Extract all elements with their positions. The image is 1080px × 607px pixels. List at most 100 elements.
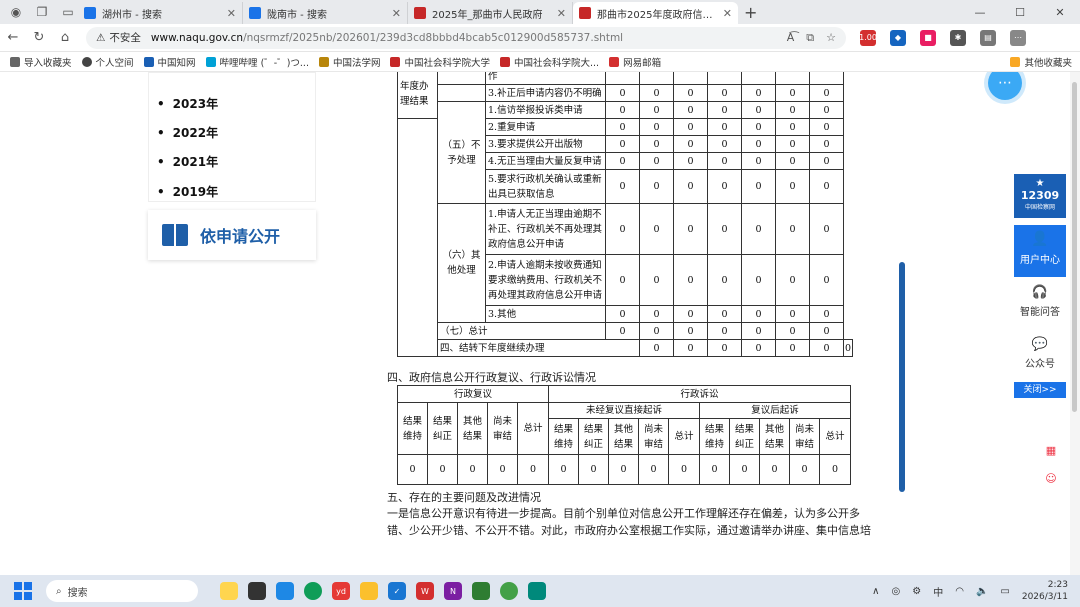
todo-icon[interactable]: ✓ [388, 582, 406, 600]
cell: 0 [819, 454, 851, 485]
smart-qa-button[interactable]: 🎧 智能问答 [1014, 285, 1066, 318]
url-input[interactable]: ⚠ 不安全 www.naqu.gov.cn /nqsrmzf/2025nb/20… [86, 26, 846, 49]
accessibility-icon[interactable]: ▦ [1044, 444, 1058, 458]
back-icon[interactable]: ← [0, 30, 26, 45]
widget-icon[interactable] [220, 582, 238, 600]
split-screen-icon[interactable]: ⧉ [806, 31, 814, 45]
page-scrollbar[interactable] [1070, 72, 1080, 575]
search-icon: ⌕ [56, 585, 62, 597]
onenote-icon[interactable]: N [444, 582, 462, 600]
tab-naqu-2025[interactable]: 2025年_那曲市人民政府 ✕ [408, 2, 573, 24]
subheader: 其他结果 [759, 418, 790, 455]
tab-longnan[interactable]: 陇南市 - 搜索 ✕ [243, 2, 408, 24]
youdao-icon[interactable]: yd [332, 582, 350, 600]
close-tab-icon[interactable]: ✕ [392, 7, 401, 20]
clock-time: 2:23 [1047, 580, 1068, 590]
tab-actions-icon[interactable]: ▭ [58, 2, 78, 22]
row-label: 1.信访举报投诉类申请 [485, 101, 606, 119]
content-scrollbar[interactable] [899, 262, 905, 492]
bookmark-163mail[interactable]: 网易邮箱 [609, 55, 661, 69]
year-item-2019[interactable]: 2019年 [157, 183, 218, 200]
bookmark-label: 个人空间 [95, 57, 134, 69]
cell: 0 [457, 454, 488, 485]
input-method-indicator[interactable]: 中 [933, 584, 943, 599]
battery-icon[interactable]: ▭ [1000, 586, 1009, 597]
maximize-icon[interactable]: ☐ [1000, 6, 1040, 19]
tab-naqu-report[interactable]: 那曲市2025年度政府信息公开工作 ✕ [573, 2, 738, 24]
user-center-button[interactable]: 👤 用户中心 [1014, 225, 1066, 277]
year-item-2021[interactable]: 2021年 [157, 153, 218, 170]
collections-icon[interactable]: ▤ [980, 29, 996, 46]
tab-huzhou[interactable]: 湖州市 - 搜索 ✕ [78, 2, 243, 24]
favorite-star-icon[interactable]: ☆ [826, 31, 836, 45]
extension-badge-icon[interactable]: 1.00 [859, 29, 877, 46]
workspaces-icon[interactable]: ❐ [32, 2, 52, 22]
badge-12309-link[interactable]: ★ 12309 中国检察网 [1014, 174, 1066, 218]
review-lawsuit-table: 行政复议 行政诉讼 结果维持 结果纠正 其他结果 尚未审结 总计 未经复议直接起… [397, 385, 851, 485]
close-window-icon[interactable]: ✕ [1040, 6, 1080, 19]
wifi-icon[interactable]: ◠ [955, 586, 964, 597]
bookmarks-bar: 导入收藏夹 个人空间 中国知网 哔哩哔哩 (゜-゜)つ... 中国法学网 中国社… [0, 52, 1080, 72]
spreadsheet-icon[interactable] [472, 582, 490, 600]
apply-disclosure-link[interactable]: 依申请公开 [148, 210, 316, 260]
file-explorer-icon[interactable] [360, 582, 378, 600]
volume-icon[interactable]: 🔈 [976, 586, 988, 597]
more-menu-icon[interactable]: ⋯ [1010, 29, 1026, 46]
taskbar-search-input[interactable]: ⌕ 搜索 [46, 580, 198, 602]
tray-expand-icon[interactable]: ∧ [872, 586, 879, 597]
tray-app-icon[interactable]: ◎ [892, 586, 901, 597]
subheader: 结果维持 [699, 418, 730, 455]
chat-app-icon[interactable] [528, 582, 546, 600]
store-icon[interactable] [276, 582, 294, 600]
cell: 0 [741, 152, 776, 170]
new-tab-button[interactable]: + [744, 3, 757, 22]
close-tab-icon[interactable]: ✕ [723, 7, 732, 20]
home-icon[interactable]: ⌂ [52, 30, 78, 45]
cell: 0 [639, 84, 674, 102]
bookmark-label: 中国社会科学院大学 [404, 57, 490, 69]
close-tab-icon[interactable]: ✕ [227, 7, 236, 20]
bookmark-personal[interactable]: 个人空间 [81, 55, 134, 69]
minimize-icon[interactable]: — [960, 6, 1000, 19]
refresh-icon[interactable]: ↻ [26, 30, 52, 45]
cell: 0 [668, 454, 700, 485]
extension-icon[interactable]: ■ [920, 29, 936, 46]
user-icon: 👤 [1031, 231, 1049, 247]
year-item-2023[interactable]: 2023年 [157, 95, 218, 112]
read-aloud-icon[interactable]: A͡ [787, 31, 795, 45]
extension-icon[interactable]: ◆ [890, 29, 906, 46]
extensions-puzzle-icon[interactable]: ✱ [950, 29, 966, 46]
url-path: /nqsrmzf/2025nb/202601/239d3cd8bbbd4bcab… [243, 31, 624, 44]
bookmark-cass2[interactable]: 中国社会科学院大... [500, 55, 599, 69]
cass-icon [390, 56, 401, 67]
clock[interactable]: 2:23 2026/3/11 [1022, 579, 1068, 603]
task-view-icon[interactable] [248, 582, 266, 600]
assistant-float-icon[interactable]: ⋯ [988, 72, 1022, 100]
windows-start-icon[interactable] [14, 582, 32, 600]
cell: 0 [775, 118, 810, 136]
year-item-2022[interactable]: 2022年 [157, 124, 218, 141]
cell: 0 [775, 339, 810, 357]
close-panel-button[interactable]: 关闭>> [1014, 382, 1066, 398]
bookmark-other-folder[interactable]: 其他收藏夹 [1010, 55, 1072, 69]
cell [775, 72, 810, 85]
wechat-button[interactable]: 💬 公众号 [1014, 337, 1066, 370]
bookmark-label: 网易邮箱 [623, 57, 662, 69]
elder-mode-icon[interactable]: ☺ [1044, 472, 1058, 486]
close-tab-icon[interactable]: ✕ [557, 7, 566, 20]
bookmark-cnki[interactable]: 中国知网 [143, 55, 196, 69]
profile-icon[interactable]: ◉ [6, 2, 26, 22]
row-label: 1.申请人无正当理由逾期不补正、行政机关不再处理其政府信息公开申请 [485, 203, 606, 255]
cell: 0 [639, 322, 674, 340]
bookmark-import[interactable]: 导入收藏夹 [10, 55, 72, 69]
group-cell [437, 84, 486, 102]
wechat-app-icon[interactable] [500, 582, 518, 600]
cell: 0 [608, 454, 639, 485]
tray-app-icon[interactable]: ⚙ [912, 586, 921, 597]
bookmark-cass[interactable]: 中国社会科学院大学 [390, 55, 490, 69]
cell: 0 [707, 322, 742, 340]
edge-icon[interactable] [304, 582, 322, 600]
bookmark-bilibili[interactable]: 哔哩哔哩 (゜-゜)つ... [205, 55, 309, 69]
wps-icon[interactable]: W [416, 582, 434, 600]
bookmark-law[interactable]: 中国法学网 [318, 55, 380, 69]
